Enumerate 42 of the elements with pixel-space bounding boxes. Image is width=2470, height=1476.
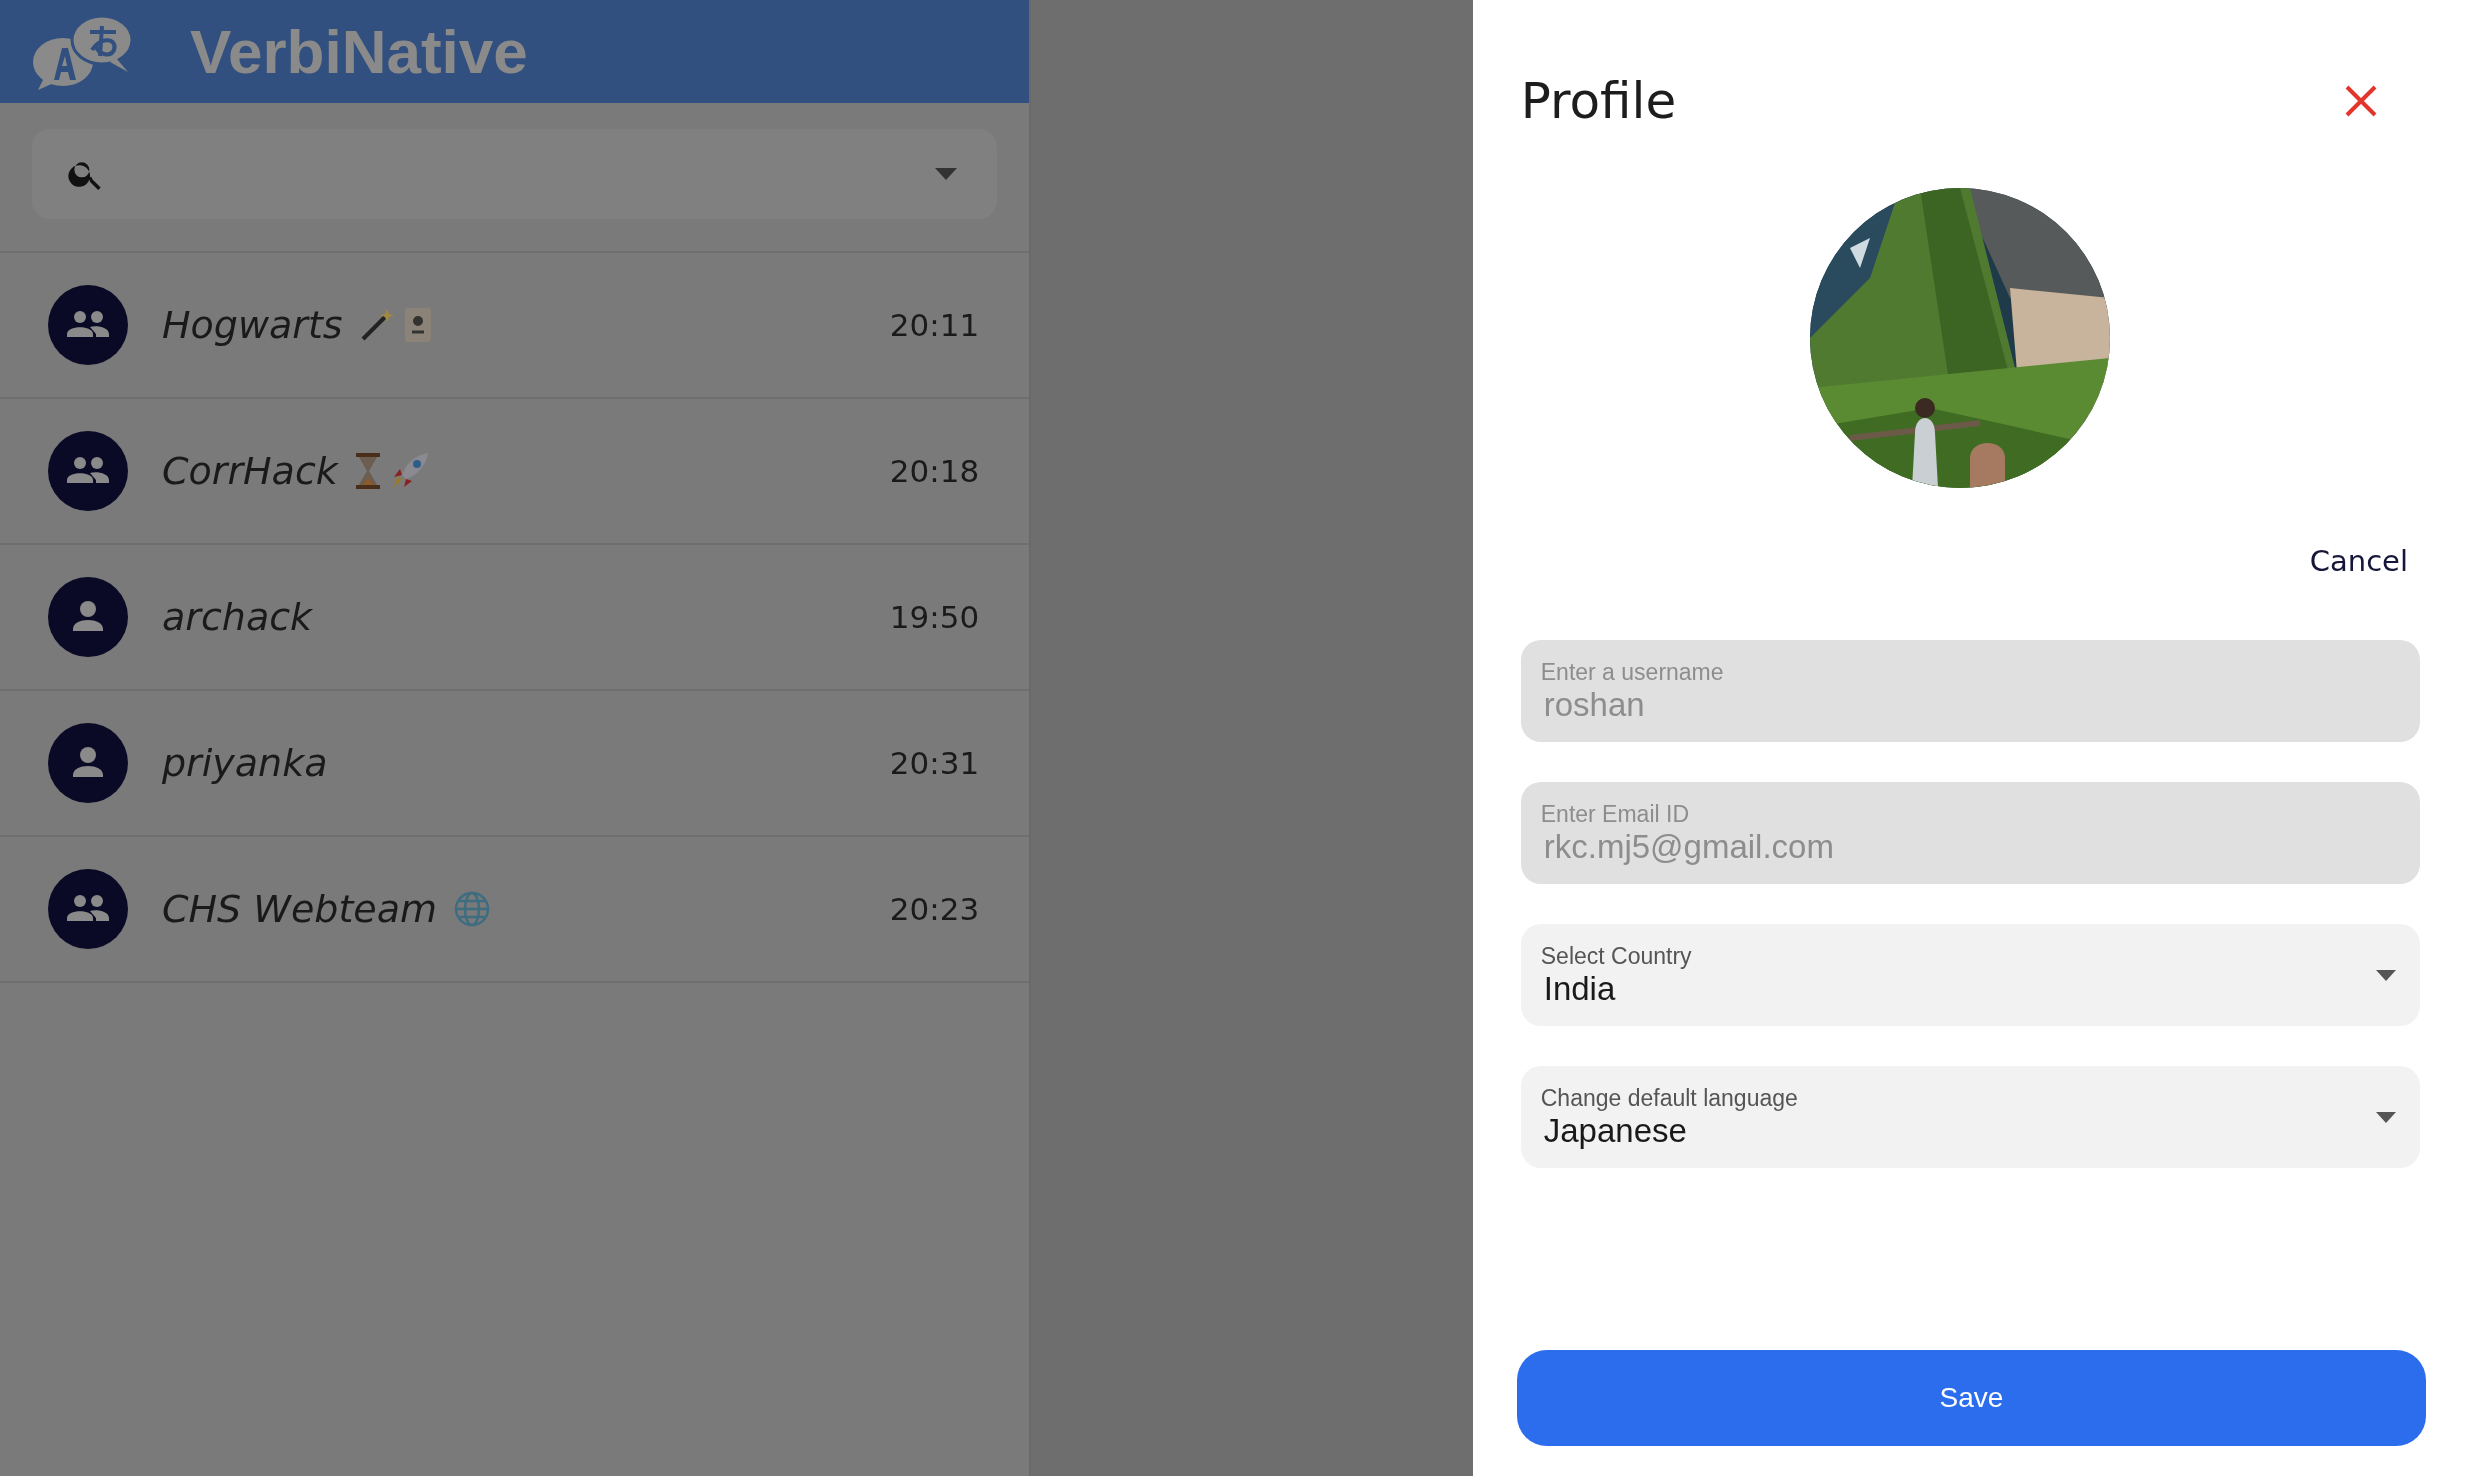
chat-name: CorrHack <box>162 449 338 493</box>
caret-icon <box>935 168 958 180</box>
field-label: Change default language <box>1540 1084 1798 1112</box>
chat-item[interactable]: CHS Webteam 20:23 <box>0 837 1030 983</box>
chat-item[interactable]: priyanka 20:31 <box>0 691 1030 837</box>
select-field[interactable]: Change default language Japanese <box>1520 1066 2420 1168</box>
field-value: India <box>1543 969 1617 1008</box>
chat-time: 20:31 <box>889 745 980 781</box>
chat-time: 19:50 <box>889 599 980 635</box>
field-label: Enter a username <box>1540 658 1724 686</box>
person-icon <box>48 723 128 803</box>
field-label: Select Country <box>1540 942 1692 970</box>
cancel-button[interactable]: Cancel <box>2309 540 2408 582</box>
chat-name: priyanka <box>162 741 328 785</box>
select-field[interactable]: Select Country India <box>1520 924 2420 1026</box>
chat-name: archack <box>162 595 313 639</box>
chat-time: 20:18 <box>889 453 980 489</box>
caret-icon <box>2376 969 2396 981</box>
field-label: Enter Email ID <box>1540 800 1690 828</box>
group-icon <box>48 869 128 949</box>
panel-title: Profile <box>1520 72 1677 130</box>
person-icon <box>48 577 128 657</box>
save-button[interactable]: Save <box>1516 1350 2426 1446</box>
chat-item[interactable]: archack 19:50 <box>0 545 1030 691</box>
field-value: roshan <box>1543 685 1646 724</box>
close-icon[interactable] <box>2344 84 2378 118</box>
caret-icon <box>2376 1111 2396 1123</box>
chat-name: Hogwarts <box>162 303 343 347</box>
chat-time: 20:23 <box>889 891 980 927</box>
field-value: Japanese <box>1543 1111 1688 1150</box>
globe-icon <box>452 890 491 928</box>
group-icon <box>48 431 128 511</box>
chat-item[interactable]: CorrHack 20:18 <box>0 399 1030 545</box>
group-icon <box>48 285 128 365</box>
app-title: VerbiNative <box>190 16 528 87</box>
card-icon <box>402 306 433 344</box>
search-field[interactable] <box>32 129 998 219</box>
chat-item[interactable]: Hogwarts 20:11 <box>0 253 1030 399</box>
chat-name: CHS Webteam <box>162 887 437 931</box>
field-value: rkc.mj5@gmail.com <box>1543 827 1834 866</box>
hourglass-icon <box>353 452 382 490</box>
chat-time: 20:11 <box>889 307 980 343</box>
